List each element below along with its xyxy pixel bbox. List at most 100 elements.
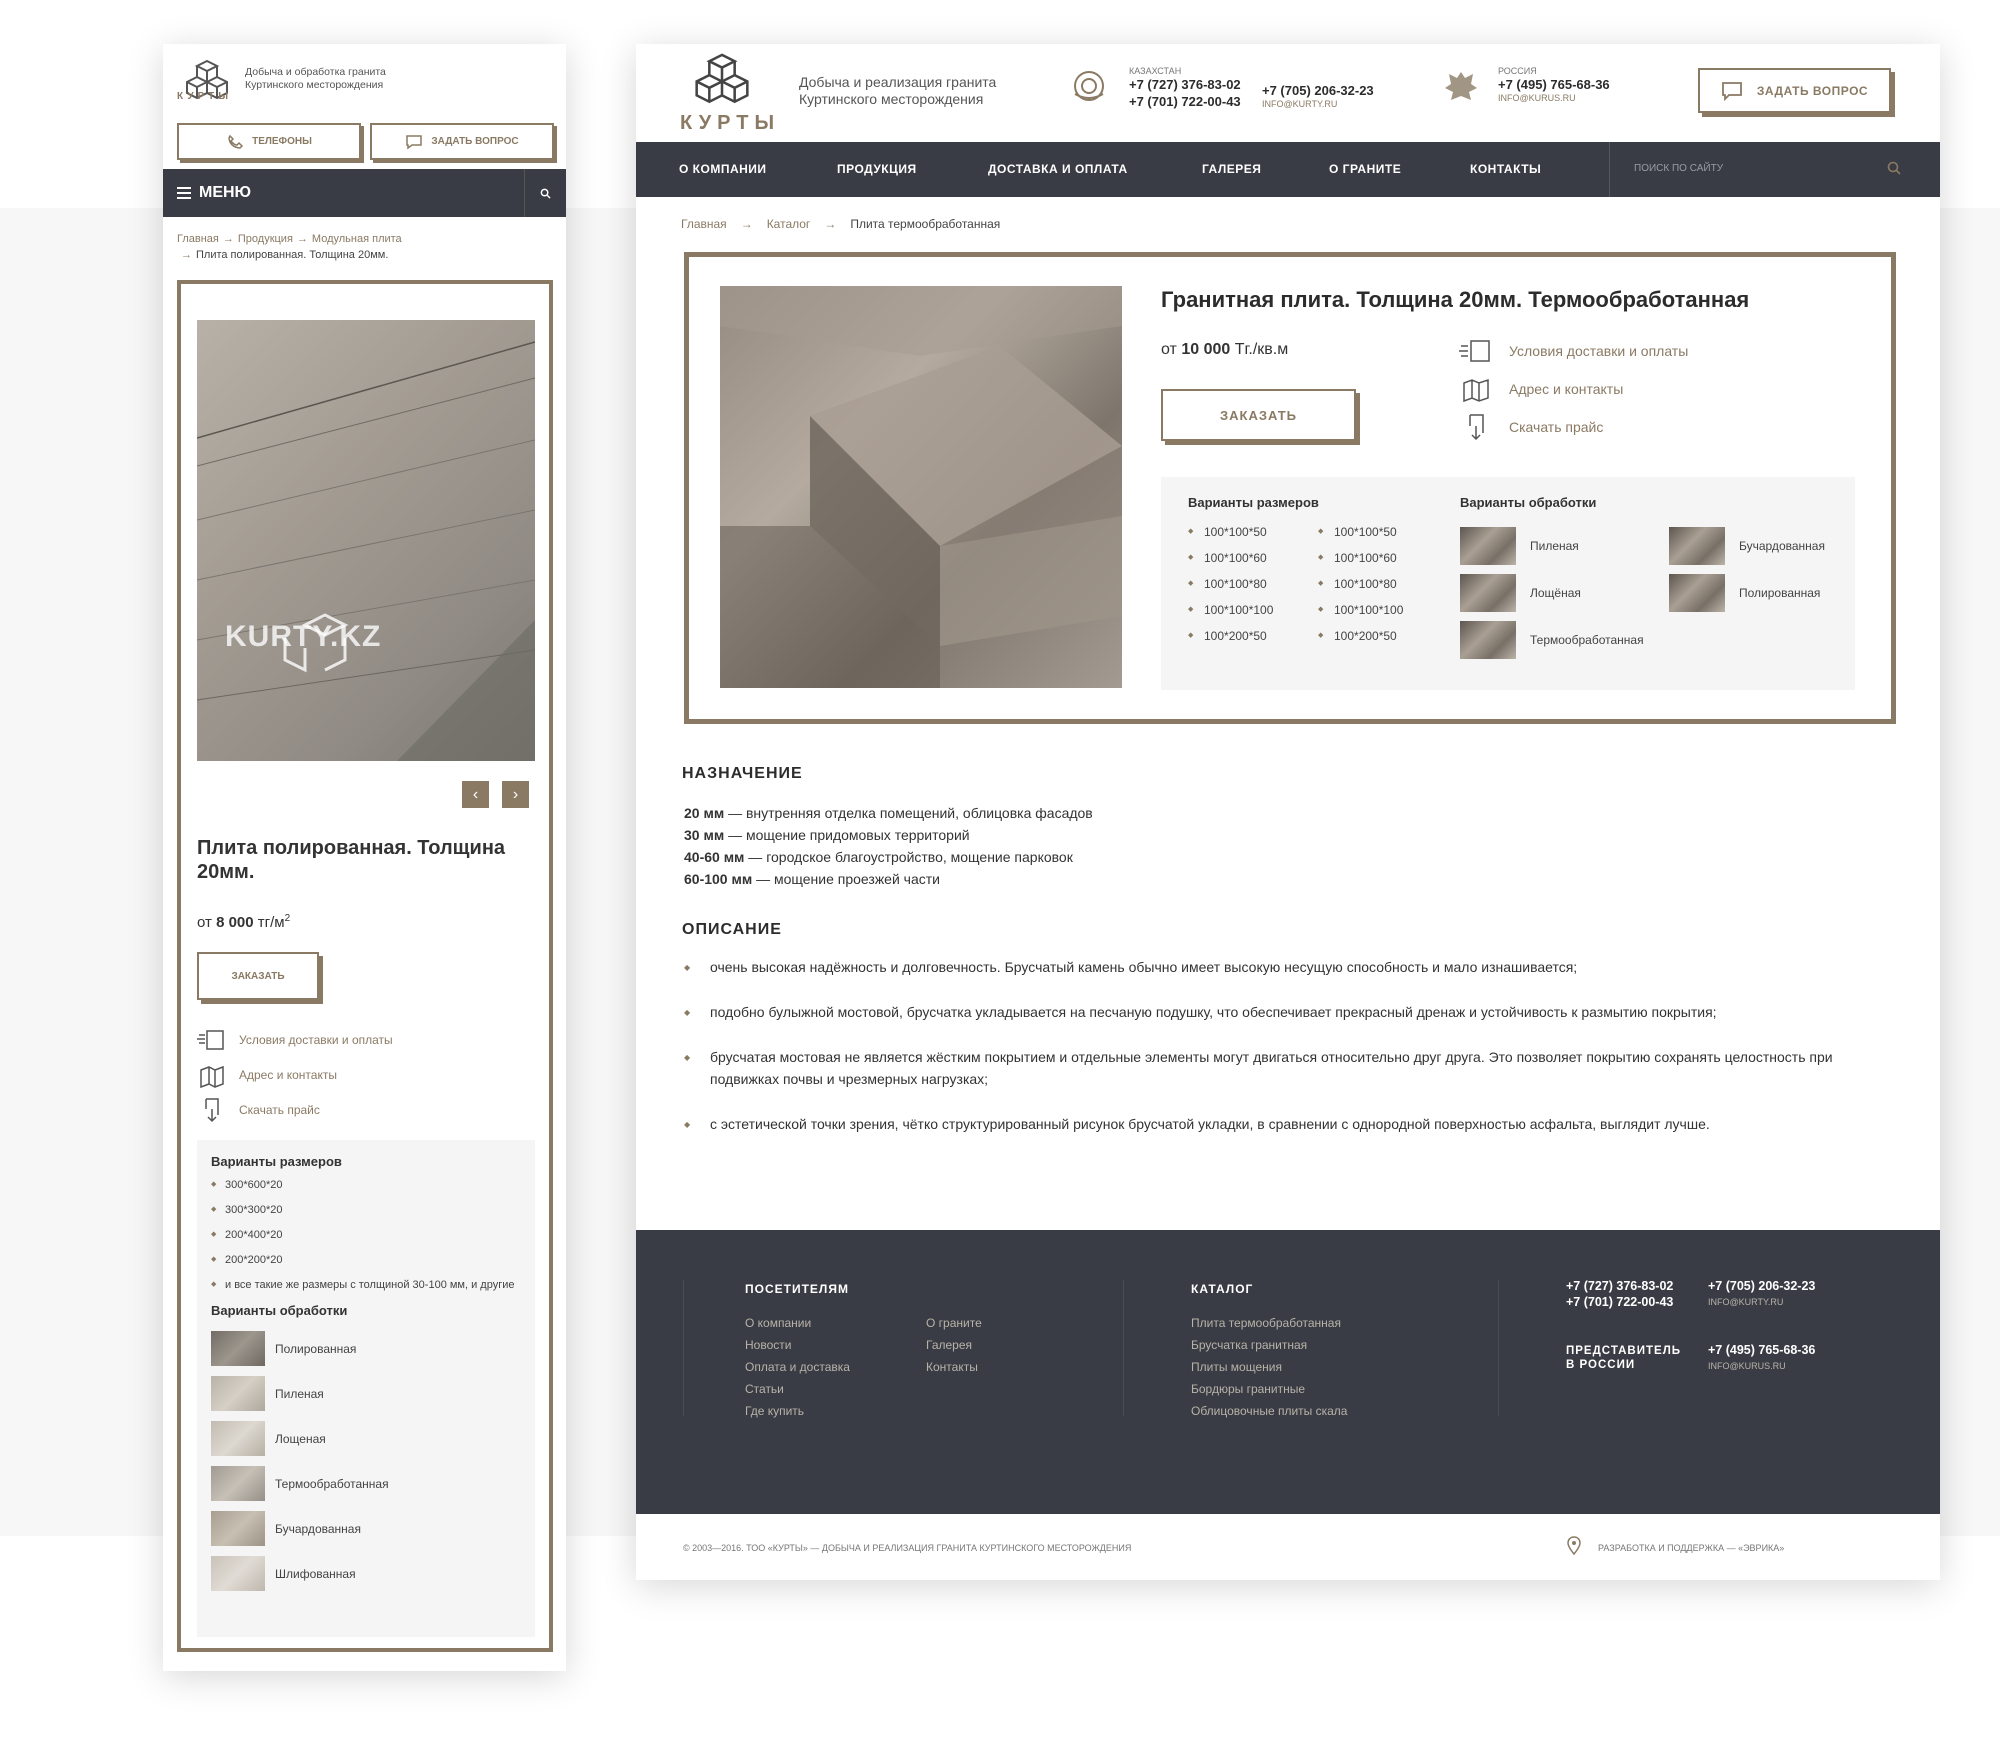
footer-catalog-list: Плита термообработанная Брусчатка гранит… [1191, 1316, 1347, 1426]
footer-phone[interactable]: +7 (701) 722-00-43 [1566, 1294, 1673, 1310]
order-button[interactable]: Заказать [197, 952, 319, 1000]
footer-link[interactable]: О компании [745, 1316, 850, 1338]
nav-granite[interactable]: О граните [1329, 162, 1401, 176]
mobile-search-button[interactable] [524, 169, 566, 217]
order-button[interactable]: Заказать [1161, 389, 1356, 441]
breadcrumb: Главная → Каталог → Плита термообработанная [681, 217, 1001, 231]
swatch [211, 1466, 265, 1501]
delivery-icon [197, 1029, 224, 1050]
purpose-thickness: 40-60 мм [684, 849, 745, 865]
address-link[interactable]: Адрес и контакты [197, 1057, 393, 1092]
phones-button[interactable]: Телефоны [177, 123, 361, 160]
price-value: 10 000 [1181, 341, 1231, 358]
ask-question-button[interactable]: Задать вопрос [1698, 68, 1891, 113]
processing-label: Пиленая [1530, 539, 1579, 553]
footer-rep-phone[interactable]: +7 (495) 765-68-36 [1708, 1342, 1815, 1358]
processing-item[interactable]: Лощеная [211, 1416, 521, 1461]
crumb-home[interactable]: Главная [681, 217, 727, 231]
photo-prev-button[interactable]: ‹ [462, 781, 489, 808]
mobile-header: КУРТЫ Добыча и обработка гранита Куртинс… [163, 44, 566, 119]
footer-email[interactable]: info@kurty.ru [1708, 1297, 1783, 1307]
price-download-link[interactable]: Скачать прайс [197, 1092, 393, 1127]
menu-toggle[interactable]: МЕНЮ [177, 184, 251, 202]
footer-link[interactable]: Статьи [745, 1382, 850, 1404]
tagline-line1: Добыча и реализация гранита [799, 74, 997, 90]
crumb-home[interactable]: Главная [177, 233, 219, 245]
kz-phone2[interactable]: +7 (701) 722-00-43 [1129, 93, 1241, 110]
swatch [211, 1376, 265, 1411]
search-box[interactable]: Поиск по сайту [1609, 142, 1940, 197]
footer-divider [1123, 1280, 1124, 1416]
variants-panel: Варианты размеров 100*100*50 100*100*60 … [1161, 477, 1855, 690]
footer-catalog-title: Каталог [1191, 1282, 1254, 1296]
footer-rep-email[interactable]: info@kurus.ru [1708, 1361, 1786, 1371]
footer-link[interactable]: Бордюры гранитные [1191, 1382, 1347, 1404]
ru-country: Россия [1498, 66, 1537, 76]
crumb-modular[interactable]: Модульная плита [312, 233, 402, 245]
developer-credit[interactable]: Разработка и поддержка — «Эврика» [1598, 1543, 1784, 1553]
footer-link[interactable]: Брусчатка гранитная [1191, 1338, 1347, 1360]
footer-link[interactable]: Оплата и доставка [745, 1360, 850, 1382]
nav-gallery[interactable]: Галерея [1202, 162, 1261, 176]
ru-email[interactable]: info@kurus.ru [1498, 93, 1610, 103]
delivery-link[interactable]: Условия доставки и оплаты [1459, 332, 1688, 370]
purpose-text: — городское благоустройство, мощение пар… [744, 849, 1073, 865]
footer-link[interactable]: Галерея [926, 1338, 982, 1360]
map-icon [1463, 378, 1489, 403]
footer-link[interactable]: Контакты [926, 1360, 982, 1382]
price-value: 8 000 [216, 914, 254, 931]
processing-label: Термообработанная [275, 1476, 389, 1491]
footer-link[interactable]: О граните [926, 1316, 982, 1338]
footer-divider [1498, 1280, 1499, 1416]
footer-link[interactable]: Плита термообработанная [1191, 1316, 1347, 1338]
product-price: от 10 000 Тг./кв.м [1161, 341, 1288, 359]
processing-item[interactable]: Термообработанная [211, 1461, 521, 1506]
footer-phone[interactable]: +7 (727) 376-83-02 [1566, 1278, 1673, 1294]
processing-item[interactable]: Шлифованная [211, 1551, 521, 1596]
address-link[interactable]: Адрес и контакты [1459, 370, 1688, 408]
menu-label: МЕНЮ [199, 184, 252, 201]
footer-link[interactable]: Плиты мощения [1191, 1360, 1347, 1382]
price-download-link[interactable]: Скачать прайс [1459, 408, 1688, 446]
kz-phone1[interactable]: +7 (727) 376-83-02 [1129, 76, 1241, 93]
processing-item[interactable]: Пиленая [211, 1371, 521, 1416]
processing-item[interactable]: Лощёная [1460, 574, 1581, 612]
chevron-left-icon: ‹ [472, 785, 479, 803]
search-icon[interactable] [1886, 160, 1902, 176]
purpose-item: 40-60 мм — городское благоустройство, мо… [684, 846, 1093, 868]
swatch [1669, 527, 1725, 565]
footer-link[interactable]: Где купить [745, 1404, 850, 1426]
address-link-label: Адрес и контакты [239, 1067, 337, 1082]
crumb-catalog[interactable]: Каталог [767, 217, 811, 231]
nav-delivery[interactable]: Доставка и оплата [988, 162, 1128, 176]
logo-cubes-icon[interactable] [684, 52, 760, 116]
hamburger-icon [177, 187, 191, 199]
crumb-products[interactable]: Продукция [238, 233, 293, 245]
kz-email[interactable]: info@kurty.ru [1262, 99, 1374, 109]
price-prefix: от [1161, 341, 1177, 358]
processing-item[interactable]: Пиленая [1460, 527, 1579, 565]
ask-question-button[interactable]: Задать вопрос [370, 123, 554, 160]
ru-phone1[interactable]: +7 (495) 765-68-36 [1498, 76, 1610, 93]
tagline-line2: Куртинского месторождения [245, 79, 384, 91]
price-download-label: Скачать прайс [1509, 419, 1604, 435]
processing-item[interactable]: Бучардованная [1669, 527, 1825, 565]
size-item: 100*100*80 [1318, 577, 1403, 603]
wall-texture [197, 341, 535, 761]
footer-visitors-col2: О граните Галерея Контакты [926, 1316, 982, 1382]
nav-products[interactable]: Продукция [837, 162, 917, 176]
photo-next-button[interactable]: › [502, 781, 529, 808]
processing-label: Полированная [275, 1341, 357, 1356]
processing-item[interactable]: Полированная [211, 1326, 521, 1371]
nav-about[interactable]: О компании [679, 162, 767, 176]
nav-contacts[interactable]: Контакты [1470, 162, 1541, 176]
footer-link[interactable]: Облицовочные плиты скала [1191, 1404, 1347, 1426]
kz-phone3[interactable]: +7 (705) 206-32-23 [1262, 82, 1374, 99]
delivery-link[interactable]: Условия доставки и оплаты [197, 1022, 393, 1057]
size-item: 200*200*20 [211, 1252, 521, 1268]
processing-item[interactable]: Бучардованная [211, 1506, 521, 1551]
footer-phone[interactable]: +7 (705) 206-32-23 [1708, 1278, 1815, 1294]
processing-item[interactable]: Термообработанная [1460, 621, 1644, 659]
footer-link[interactable]: Новости [745, 1338, 850, 1360]
processing-item[interactable]: Полированная [1669, 574, 1820, 612]
